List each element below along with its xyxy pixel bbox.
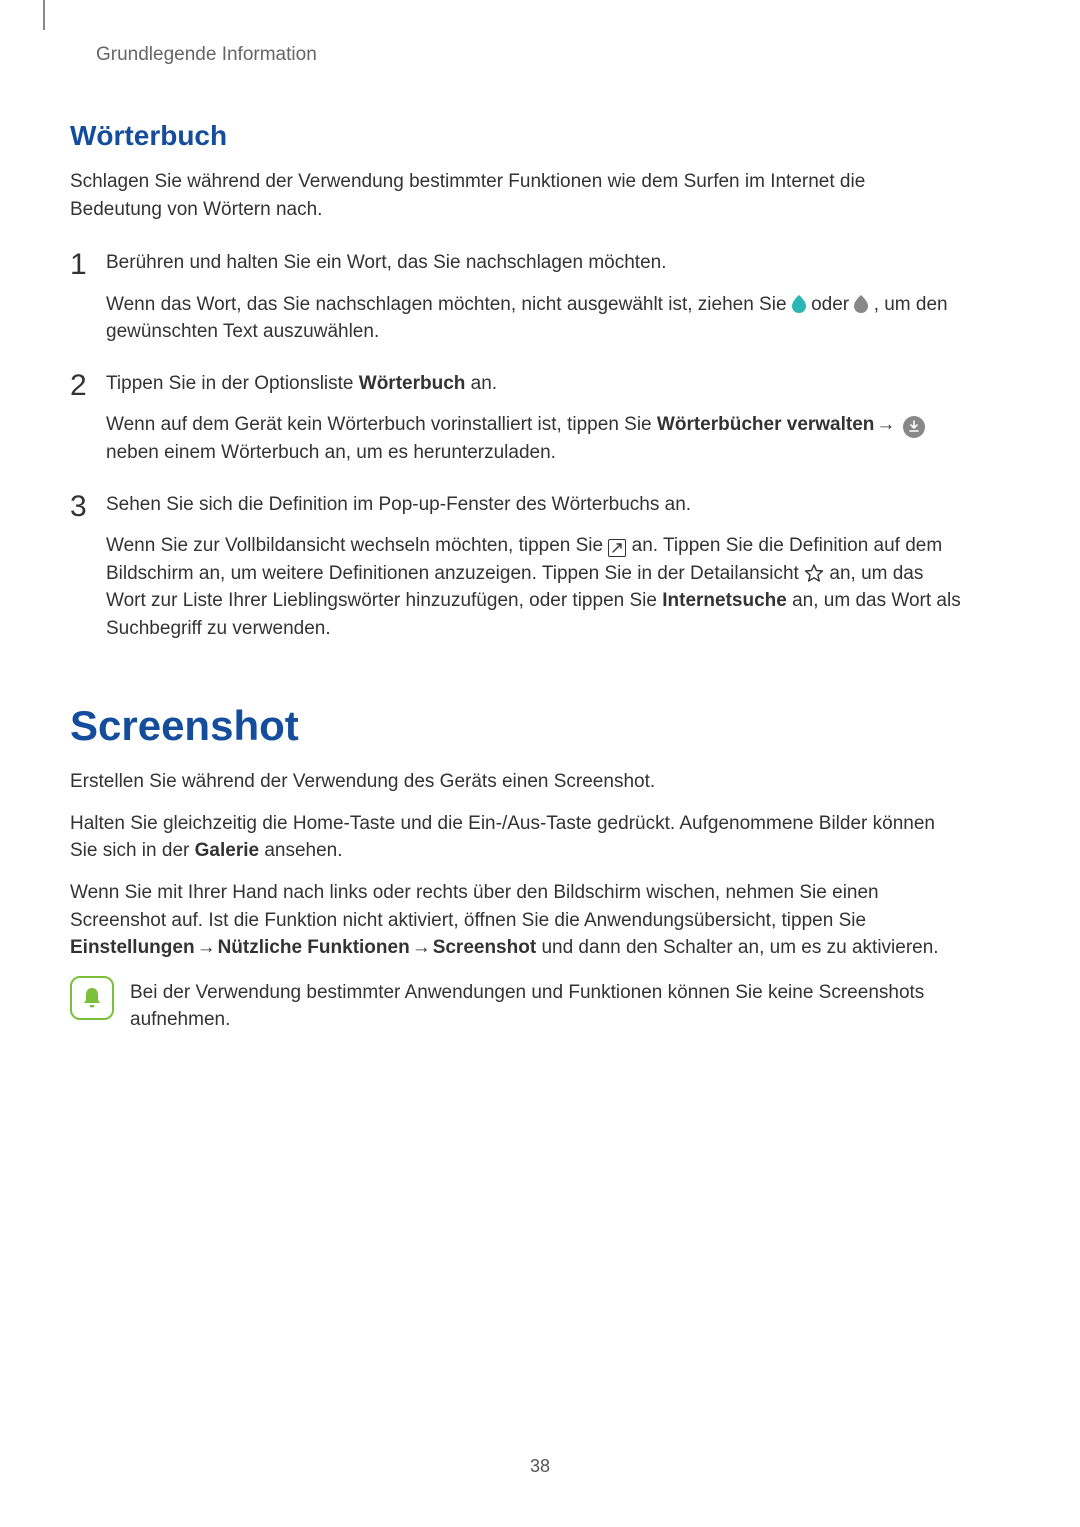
text-fragment: ansehen. xyxy=(259,840,342,861)
step-body: Berühren und halten Sie ein Wort, das Si… xyxy=(106,249,962,346)
bold-term: Galerie xyxy=(195,840,259,861)
arrow-separator: → xyxy=(874,411,897,439)
step-2: 2 Tippen Sie in der Optionsliste Wörterb… xyxy=(70,370,962,467)
text-fragment: Wenn das Wort, das Sie nachschlagen möch… xyxy=(106,294,792,315)
step-line: Tippen Sie in der Optionsliste Wörterbuc… xyxy=(106,370,962,398)
text-fragment: Wenn Sie mit Ihrer Hand nach links oder … xyxy=(70,882,879,931)
step-line: Berühren und halten Sie ein Wort, das Si… xyxy=(106,249,962,277)
step-body: Sehen Sie sich die Definition im Pop-up-… xyxy=(106,491,962,643)
steps-list: 1 Berühren und halten Sie ein Wort, das … xyxy=(70,249,962,642)
bold-term: Internetsuche xyxy=(662,590,787,611)
bold-term: Einstellungen xyxy=(70,937,195,958)
selection-handle-left-icon xyxy=(792,291,806,319)
page-content: Grundlegende Information Wörterbuch Schl… xyxy=(0,0,1080,1074)
bold-term: Wörterbuch xyxy=(359,373,466,394)
note-block: Bei der Verwendung bestimmter Anwendunge… xyxy=(70,976,962,1034)
arrow-separator: → xyxy=(410,934,433,962)
selection-handle-right-icon xyxy=(854,291,868,319)
text-fragment: Wenn auf dem Gerät kein Wörterbuch vorin… xyxy=(106,414,657,435)
step-line: Wenn Sie zur Vollbildansicht wechseln mö… xyxy=(106,532,962,642)
star-icon xyxy=(804,563,824,583)
screenshot-paragraph-3: Wenn Sie mit Ihrer Hand nach links oder … xyxy=(70,879,962,962)
text-fragment: und dann den Schalter an, um es zu aktiv… xyxy=(536,937,938,958)
bold-term: Screenshot xyxy=(433,937,536,958)
text-fragment: oder xyxy=(811,294,854,315)
step-1: 1 Berühren und halten Sie ein Wort, das … xyxy=(70,249,962,346)
intro-paragraph: Schlagen Sie während der Verwendung best… xyxy=(70,168,962,223)
step-number: 1 xyxy=(70,249,106,346)
text-fragment: neben einem Wörterbuch an, um es herunte… xyxy=(106,442,556,463)
step-number: 2 xyxy=(70,370,106,467)
heading-screenshot: Screenshot xyxy=(70,702,962,750)
bold-term: Nützliche Funktionen xyxy=(218,937,410,958)
subhead-worterbuch: Wörterbuch xyxy=(70,120,962,152)
step-body: Tippen Sie in der Optionsliste Wörterbuc… xyxy=(106,370,962,467)
text-fragment: Tippen Sie in der Optionsliste xyxy=(106,373,359,394)
screenshot-paragraph-1: Erstellen Sie während der Verwendung des… xyxy=(70,768,962,796)
text-fragment: Wenn Sie zur Vollbildansicht wechseln mö… xyxy=(106,535,608,556)
expand-icon xyxy=(608,539,626,557)
step-line: Wenn auf dem Gerät kein Wörterbuch vorin… xyxy=(106,411,962,466)
step-3: 3 Sehen Sie sich die Definition im Pop-u… xyxy=(70,491,962,643)
bold-term: Wörterbücher verwalten xyxy=(657,414,875,435)
step-line: Wenn das Wort, das Sie nachschlagen möch… xyxy=(106,291,962,346)
step-number: 3 xyxy=(70,491,106,643)
download-icon xyxy=(903,416,925,438)
corner-mark xyxy=(43,0,45,30)
note-text: Bei der Verwendung bestimmter Anwendunge… xyxy=(130,976,962,1034)
note-bell-icon xyxy=(70,976,114,1020)
page-number: 38 xyxy=(0,1456,1080,1477)
step-line: Sehen Sie sich die Definition im Pop-up-… xyxy=(106,491,962,519)
arrow-separator: → xyxy=(195,934,218,962)
screenshot-paragraph-2: Halten Sie gleichzeitig die Home-Taste u… xyxy=(70,810,962,865)
text-fragment: an. xyxy=(465,373,497,394)
running-header: Grundlegende Information xyxy=(96,44,962,66)
